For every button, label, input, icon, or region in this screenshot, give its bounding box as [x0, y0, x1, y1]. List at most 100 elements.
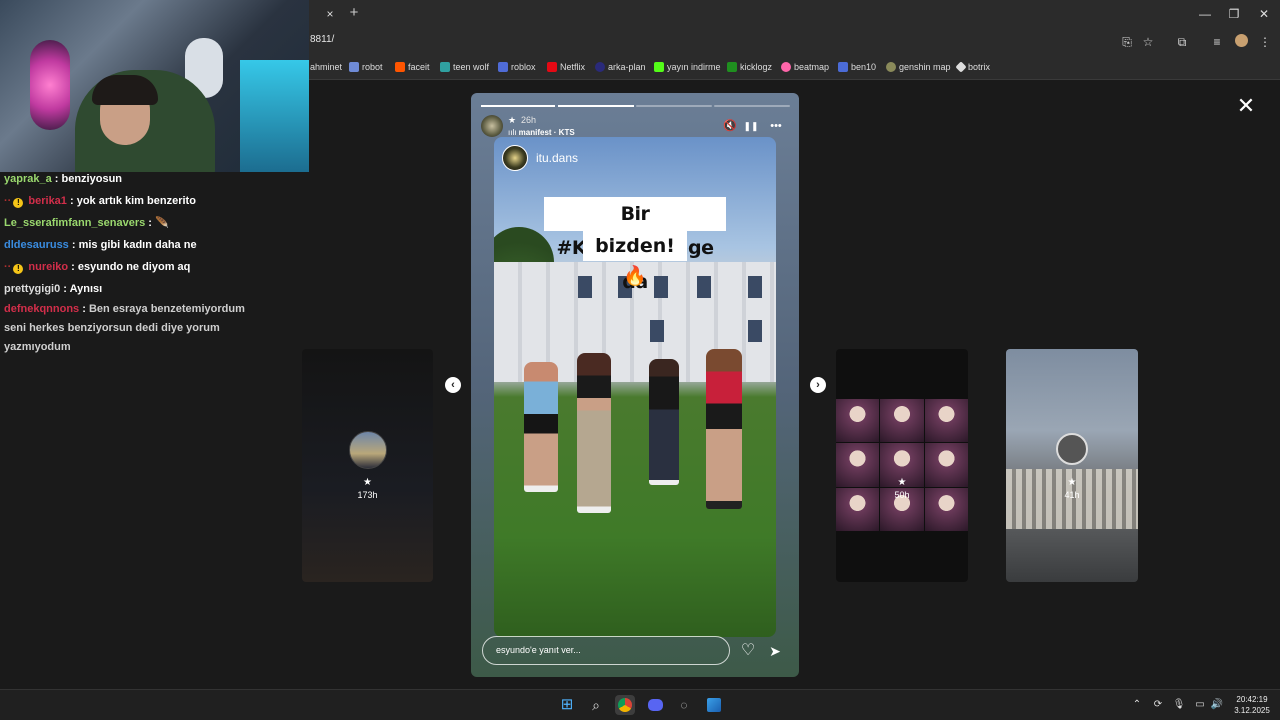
chrome-icon[interactable]: [615, 695, 635, 715]
cast-icon[interactable]: ⎘: [1118, 34, 1136, 50]
bookmark-item[interactable]: robot: [349, 60, 383, 74]
chat-text: seni herkes benziyorsun dedi diye yorum: [4, 322, 220, 334]
dancer-figure: [577, 353, 611, 513]
story-age: 173h: [357, 490, 378, 500]
window-close-button[interactable]: ✕: [1249, 4, 1279, 24]
system-clock[interactable]: 20:42:19 3.12.2025: [1228, 694, 1276, 716]
pause-icon[interactable]: ❚❚: [743, 119, 759, 133]
new-tab-button[interactable]: +: [346, 5, 362, 21]
chat-overlay: yaprak_a : benziyosun ··! berika1 : yok …: [4, 168, 304, 357]
app-icon[interactable]: ◌: [674, 695, 694, 715]
bookmark-label: arka-plan: [608, 62, 646, 72]
bookmark-label: ben10: [851, 62, 877, 72]
chat-username: Le_sserafimfann_senavers: [4, 217, 146, 229]
bookmark-star-icon[interactable]: ☆: [1139, 34, 1157, 50]
beatmap-icon: [781, 62, 791, 72]
bookmark-item[interactable]: kicklogz: [727, 60, 772, 74]
robot-icon: [349, 62, 359, 72]
profile-avatar[interactable]: [1232, 34, 1250, 50]
photos-icon[interactable]: [704, 695, 724, 715]
bookmark-label: roblox: [511, 62, 536, 72]
sticker-text-line2: bizden! 🔥: [583, 231, 687, 287]
chat-message: ··! nureiko : esyundo ne diyom aq: [4, 261, 191, 274]
chat-message: ··! berika1 : yok artık kim benzerito: [4, 195, 196, 208]
bookmark-item[interactable]: roblox: [498, 60, 536, 74]
dancer-figure: [524, 362, 558, 492]
progress-segment: [558, 105, 634, 107]
bookmark-item[interactable]: ben10: [838, 60, 876, 74]
text-sticker: Bir #KTSChallenge da bizden! 🔥: [544, 197, 726, 293]
microphone-icon[interactable]: 🎙: [1172, 698, 1186, 712]
progress-segment: [714, 105, 790, 107]
star-icon: ★: [897, 477, 907, 488]
chat-text: esyundo ne diyom aq: [77, 261, 191, 273]
chat-message: prettygigi0 : Aynısı: [4, 283, 103, 295]
bookmark-item[interactable]: Netflix: [547, 60, 585, 74]
progress-segment: [636, 105, 712, 107]
search-icon[interactable]: ⌕: [586, 695, 606, 715]
bookmark-label: ahminet: [310, 62, 343, 72]
music-icon: ıılı: [508, 128, 519, 137]
story-preview-right-2[interactable]: ★ 41h: [1006, 349, 1138, 582]
tray-chevron-icon[interactable]: ⌃: [1130, 698, 1144, 712]
bookmark-item[interactable]: arka-plan: [595, 60, 646, 74]
bookmark-label: botrix: [968, 62, 991, 72]
url-field[interactable]: 8811/: [310, 34, 334, 45]
sync-icon[interactable]: ⟳: [1151, 698, 1165, 712]
mute-icon[interactable]: 🔇: [722, 119, 738, 133]
taskbar: ⊞ ⌕ ◌ ⌃ ⟳ 🎙 ▭ 🔊 20:42:19 3.12.2025: [0, 689, 1280, 720]
restore-button[interactable]: ❐: [1219, 4, 1249, 24]
dancer-figure: [706, 349, 742, 509]
network-icon[interactable]: ▭: [1193, 698, 1207, 712]
repost-username[interactable]: itu.dans: [536, 151, 578, 165]
media-control-icon[interactable]: ≡: [1208, 34, 1226, 50]
bookmark-label: teen wolf: [453, 62, 490, 72]
bookmark-item[interactable]: ahminet: [310, 60, 342, 74]
teen-wolf-icon: [440, 62, 450, 72]
story-avatar: [1056, 433, 1088, 465]
next-story-button[interactable]: ›: [810, 377, 826, 393]
previous-story-button[interactable]: ‹: [445, 377, 461, 393]
repost-avatar: [502, 145, 528, 171]
arka-plan-icon: [595, 62, 605, 72]
poster-avatar[interactable]: [481, 115, 503, 137]
story-avatar: [349, 431, 387, 469]
bookmark-item[interactable]: genshin map: [886, 60, 951, 74]
story-preview-left[interactable]: ★ 173h: [302, 349, 433, 582]
bookmark-item[interactable]: yayın indirme: [654, 60, 721, 74]
monitor-glow: [240, 60, 309, 172]
menu-kebab-icon[interactable]: ⋮: [1256, 34, 1274, 50]
clock-date: 3.12.2025: [1234, 706, 1270, 715]
bookmark-item[interactable]: beatmap: [781, 60, 829, 74]
bookmark-item[interactable]: botrix: [955, 60, 991, 74]
extensions-icon[interactable]: ⧉: [1173, 34, 1191, 50]
more-options-icon[interactable]: •••: [765, 119, 787, 133]
bookmark-item[interactable]: teen wolf: [440, 60, 489, 74]
netflix-icon: [547, 62, 557, 72]
tab-close-button[interactable]: ×: [322, 6, 338, 22]
story-age: 41h: [1064, 490, 1080, 500]
story-preview-right-1[interactable]: ★ 50h: [836, 349, 968, 582]
story-age: 50h: [894, 490, 910, 500]
chat-text: Aynısı: [69, 283, 103, 295]
photo-grid-image: [836, 399, 968, 531]
volume-icon[interactable]: 🔊: [1210, 698, 1224, 712]
star-icon: ★: [1067, 477, 1077, 488]
bookmark-label: beatmap: [794, 62, 830, 72]
reposted-story[interactable]: itu.dans Bir #KTSChallenge da bizden! 🔥: [494, 137, 776, 637]
music-label[interactable]: ıılı manifest · KTS: [508, 128, 575, 137]
start-menu-icon[interactable]: ⊞: [557, 695, 577, 715]
chat-username: yaprak_a: [4, 173, 52, 185]
discord-icon[interactable]: [645, 695, 665, 715]
heart-icon[interactable]: ♡: [738, 641, 758, 661]
close-viewer-button[interactable]: ✕: [1233, 93, 1259, 119]
minimize-button[interactable]: —: [1190, 4, 1220, 24]
send-icon[interactable]: ➤: [765, 641, 785, 661]
chat-text: benziyosun: [61, 173, 123, 185]
story-time: 26h: [521, 115, 537, 125]
chat-text: Ben esraya benzetemiyordum: [88, 303, 245, 315]
chat-prefix: ··: [4, 261, 12, 273]
reply-input[interactable]: esyundo'e yanıt ver...: [482, 636, 730, 665]
chat-username: nureiko: [28, 261, 69, 273]
bookmark-item[interactable]: faceit: [395, 60, 430, 74]
